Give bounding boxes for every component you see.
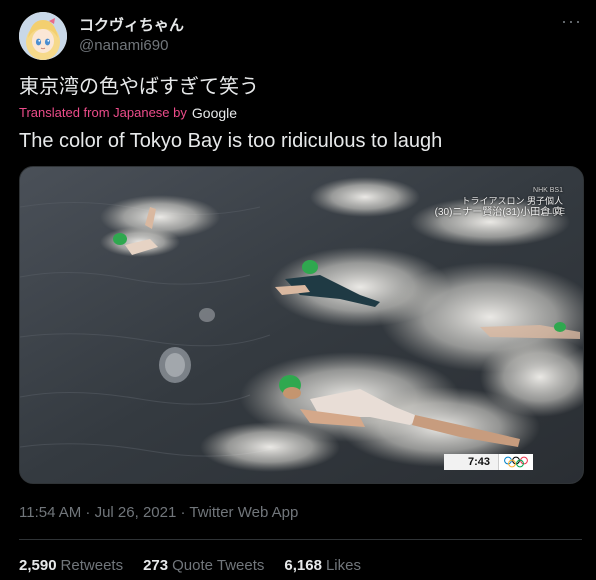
translated-from-link[interactable]: Translated from Japanese by [19,104,187,122]
user-names: コクヴィちゃん @nanami690 [79,16,184,56]
olympic-rings-icon [498,454,533,470]
tweet-media-image[interactable]: NHK BS1 トライアスロン 男子個人 (30)ニナー賢治(31)小田倉 真 … [19,166,584,484]
google-logo: Google [191,105,238,121]
tweet-header: コクヴィちゃん @nanami690 ··· [19,10,582,62]
anime-avatar-icon [19,12,67,60]
race-clock-time: 7:43 [443,454,498,470]
engagement-stats: 2,590 Retweets 273 Quote Tweets 6,168 Likes [19,556,381,576]
quote-tweets-count: 273 [143,557,169,574]
retweets-count: 2,590 [19,557,57,574]
likes-label: Likes [325,557,361,574]
channel-logo: NHK BS1 [533,187,563,194]
tweet-original-text: 東京湾の色やばすぎて笑う [19,76,259,98]
display-name[interactable]: コクヴィちゃん [79,16,184,36]
athlete-names: (30)ニナー賢治(31)小田倉 真 [434,207,563,218]
more-options-icon[interactable]: ··· [561,12,582,30]
race-clock: 7:43 [443,454,533,470]
likes-stat[interactable]: 6,168 Likes [284,556,361,576]
likes-count: 6,168 [284,557,322,574]
divider [19,539,582,540]
avatar[interactable] [19,12,67,60]
tweet: コクヴィちゃん @nanami690 ··· 東京湾の色やばすぎて笑う Tran… [0,0,596,580]
quote-tweets-stat[interactable]: 273 Quote Tweets [143,556,264,576]
quote-tweets-label: Quote Tweets [172,557,265,574]
translation-attribution: Translated from Japanese by Google [19,104,237,122]
tweet-timestamp[interactable]: 11:54 AM · Jul 26, 2021 · Twitter Web Ap… [19,503,298,523]
broadcast-overlay: NHK BS1 トライアスロン 男子個人 (30)ニナー賢治(31)小田倉 真 [435,185,563,218]
user-handle[interactable]: @nanami690 [79,36,184,56]
live-badge: LIVE [547,207,565,216]
event-title: トライアスロン 男子個人 [461,196,563,206]
tweet-translation-text: The color of Tokyo Bay is too ridiculous… [19,130,443,152]
retweets-label: Retweets [60,557,124,574]
retweets-stat[interactable]: 2,590 Retweets [19,556,123,576]
